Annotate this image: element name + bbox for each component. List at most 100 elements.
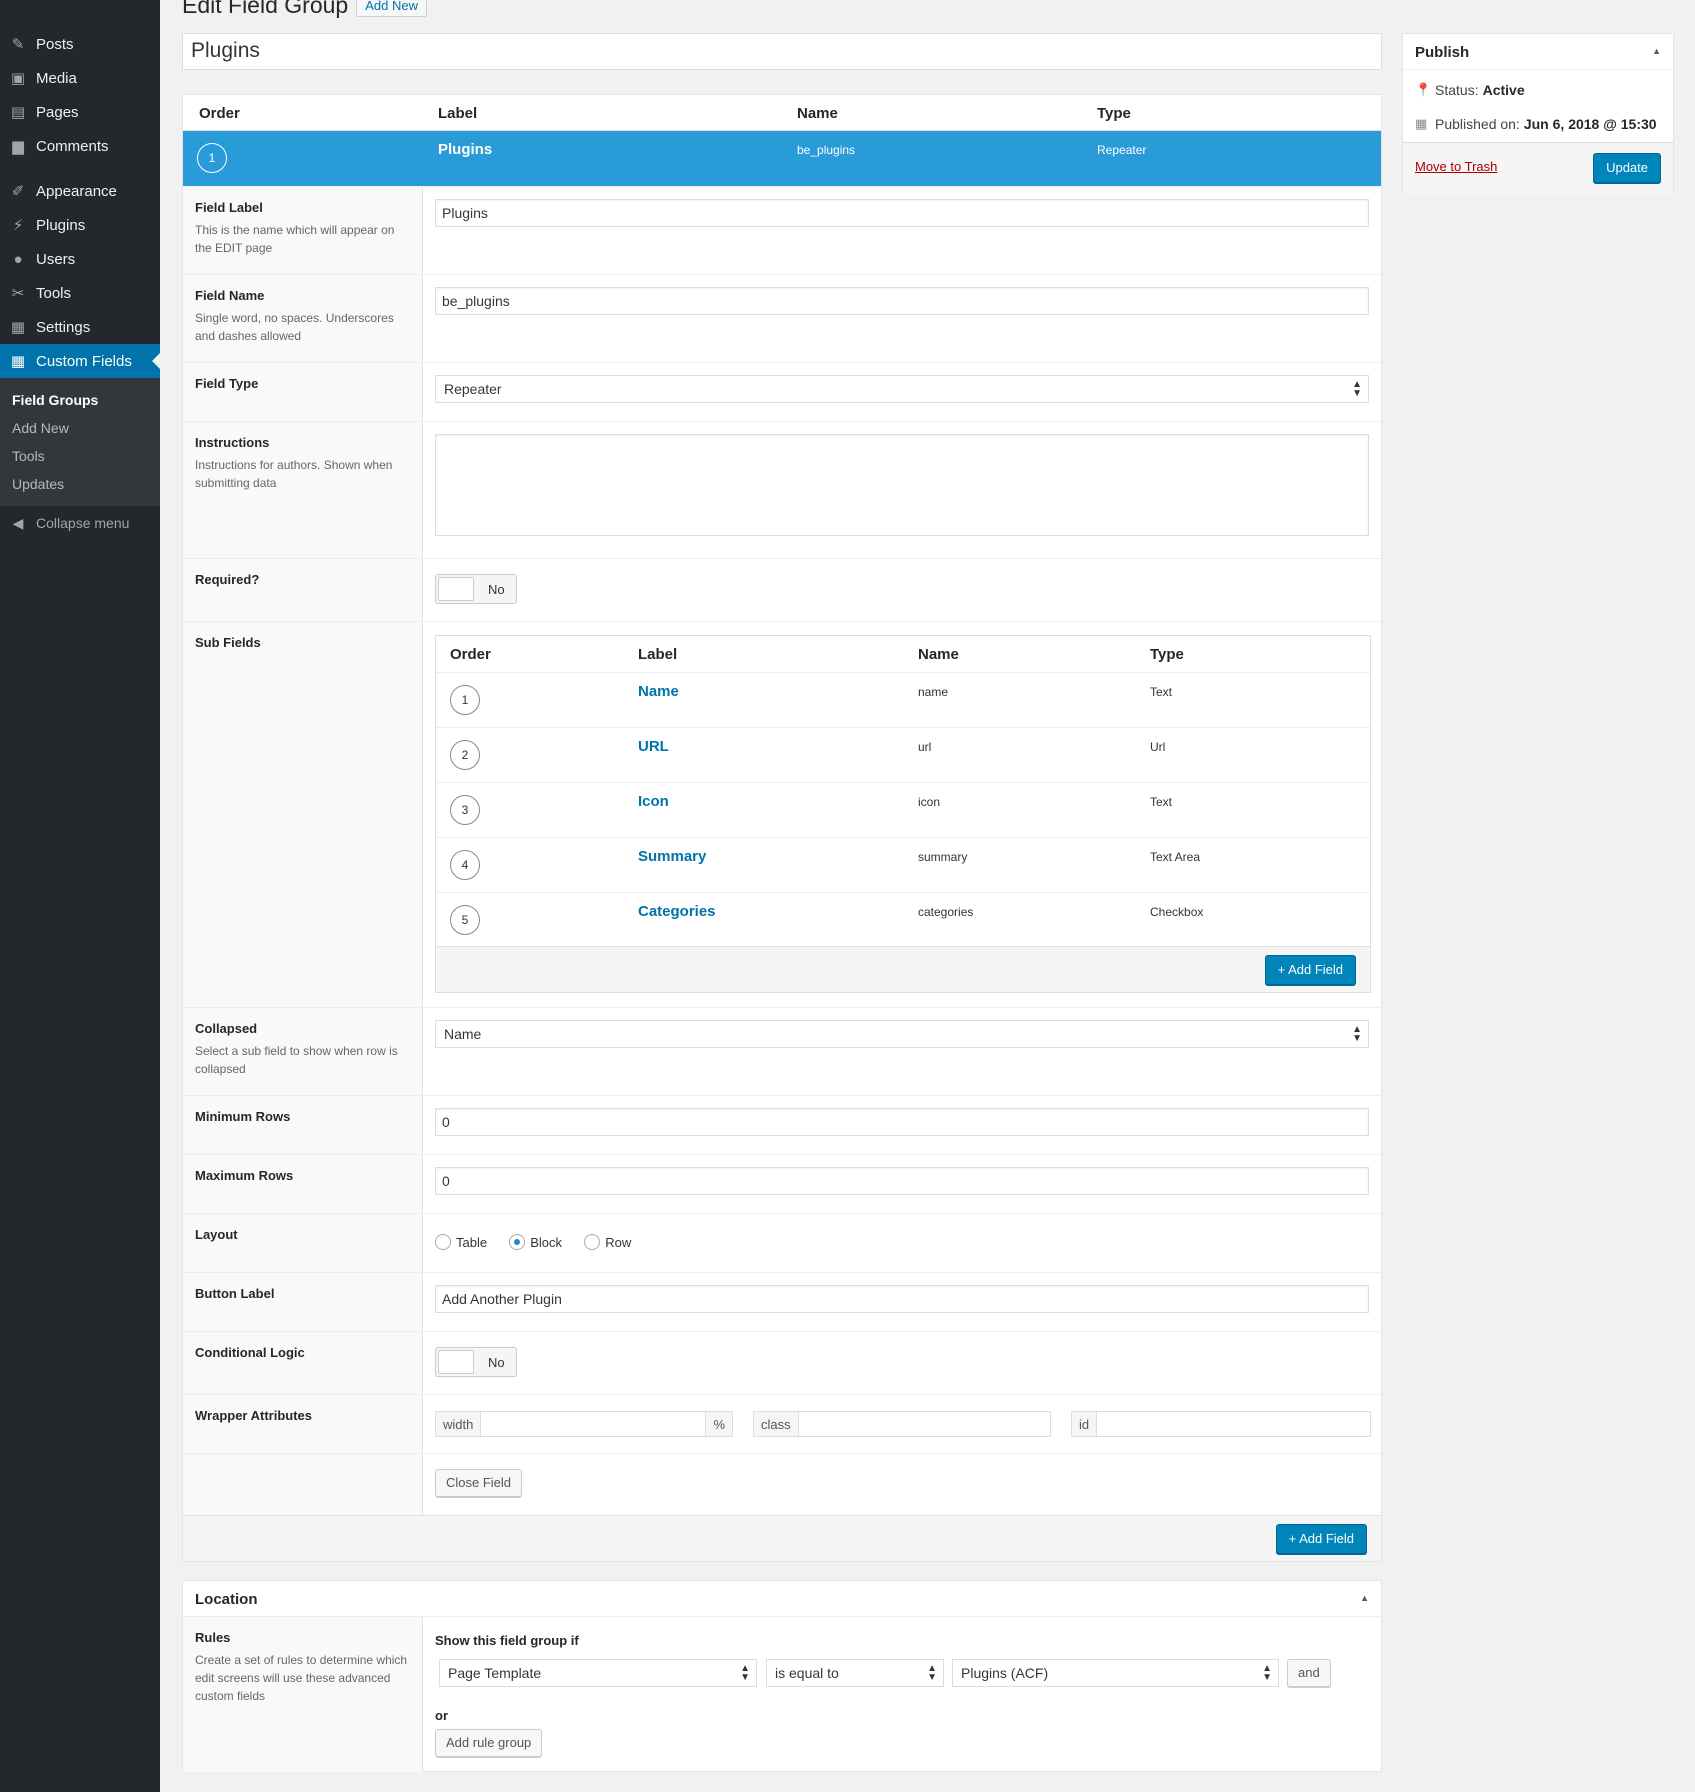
wrapper-id-label: id (1072, 1412, 1098, 1436)
rule-param-select[interactable]: Page Template ▲ ▼ (439, 1659, 757, 1687)
setting-title: Button Label (195, 1286, 275, 1301)
submenu-add-new[interactable]: Add New (12, 420, 69, 436)
submenu-updates[interactable]: Updates (12, 476, 64, 492)
sub-field-name: categories (918, 905, 974, 919)
sub-field-order-badge: 2 (450, 740, 480, 770)
sidebar-item-media[interactable]: ▣ Media (0, 61, 160, 95)
field-row-plugins[interactable]: 1 Plugins be_plugins Repeater (183, 131, 1381, 186)
conditional-logic-toggle[interactable]: No (435, 1347, 517, 1377)
setting-title: Maximum Rows (195, 1168, 294, 1183)
update-button[interactable]: Update (1593, 153, 1661, 183)
field-type-select[interactable]: Repeater ▲ ▼ (435, 375, 1369, 403)
rule-operator-select[interactable]: is equal to ▲ ▼ (766, 1659, 944, 1687)
page-header: Edit Field Group Add New (182, 0, 427, 19)
submenu-field-groups[interactable]: Field Groups (12, 392, 98, 408)
field-group-title-input[interactable]: Plugins (182, 33, 1382, 70)
sidebar-item-plugins[interactable]: ⚡ Plugins (0, 208, 160, 242)
wrapper-class-input[interactable]: class (753, 1411, 1051, 1437)
sub-field-order-badge: 3 (450, 795, 480, 825)
sidebar-item-comments[interactable]: ▆ Comments (0, 129, 160, 163)
sidebar-item-label: Media (36, 69, 77, 87)
sub-field-row[interactable]: 3 Icon icon Text (436, 782, 1370, 837)
setting-label-cell: Maximum Rows (183, 1155, 423, 1213)
setting-desc: Instructions for authors. Shown when sub… (195, 458, 393, 490)
sub-field-label-link[interactable]: Icon (638, 793, 669, 810)
field-type-selected: Repeater (444, 381, 502, 397)
setting-sub-fields: Sub Fields Order Label Name Type 1 Name … (183, 621, 1381, 1007)
header-order: Order (199, 105, 240, 122)
sidebar-item-custom-fields[interactable]: ▦ Custom Fields (0, 344, 160, 378)
radio-label: Block (530, 1234, 563, 1250)
fields-panel: Order Label Name Type 1 Plugins be_plugi… (182, 94, 1382, 1562)
collapse-arrow-icon[interactable]: ▲ (1652, 46, 1661, 56)
location-header[interactable]: Location ▲ (183, 1581, 1381, 1617)
setting-desc: This is the name which will appear on th… (195, 223, 395, 255)
rule-value-select[interactable]: Plugins (ACF) ▲ ▼ (952, 1659, 1279, 1687)
setting-label-cell: Layout (183, 1214, 423, 1272)
sub-field-label-link[interactable]: Name (638, 683, 679, 700)
published-value: Jun 6, 2018 @ 15:30 (1523, 116, 1657, 132)
sidebar-item-settings[interactable]: ▦ Settings (0, 310, 160, 344)
comment-icon: ▆ (12, 138, 24, 155)
sidebar-item-users[interactable]: ● Users (0, 242, 160, 276)
rule-operator-selected: is equal to (775, 1665, 839, 1681)
publish-panel: Publish ▲ 📍 Status: Active ▦ Published on: Ju… (1402, 33, 1674, 194)
rule-param-selected: Page Template (448, 1665, 542, 1681)
button-label-input[interactable]: Add Another Plugin (435, 1285, 1369, 1313)
sub-field-row[interactable]: 2 URL url Url (436, 727, 1370, 782)
sub-field-type: Text Area (1150, 850, 1201, 864)
layout-radio-block[interactable]: Block (509, 1234, 562, 1250)
close-field-button[interactable]: Close Field (435, 1469, 523, 1497)
collapse-menu-button[interactable]: ◀ Collapse menu (0, 512, 160, 534)
sub-field-row[interactable]: 1 Name name Text (436, 672, 1370, 727)
required-toggle[interactable]: No (435, 574, 517, 604)
radio-circle-checked (509, 1234, 526, 1250)
add-field-button[interactable]: + Add Field (1275, 1524, 1367, 1554)
add-sub-field-button[interactable]: + Add Field (1264, 955, 1356, 985)
rules-desc: Create a set of rules to determine which… (195, 1653, 408, 1703)
sub-field-order-badge: 1 (450, 685, 480, 715)
add-new-button[interactable]: Add New (356, 0, 427, 17)
collapsed-select[interactable]: Name ▲ ▼ (435, 1020, 1369, 1048)
sub-field-name: icon (918, 795, 941, 809)
submenu-tools[interactable]: Tools (12, 448, 45, 464)
sub-field-row[interactable]: 5 Categories categories Checkbox (436, 892, 1370, 947)
media-icon: ▣ (10, 70, 26, 87)
instructions-textarea[interactable] (435, 434, 1369, 536)
wrapper-width-suffix: % (705, 1412, 732, 1436)
sidebar-item-tools[interactable]: ✂ Tools (0, 276, 160, 310)
max-rows-input[interactable]: 0 (435, 1167, 1369, 1195)
sub-field-row[interactable]: 4 Summary summary Text Area (436, 837, 1370, 892)
collapse-arrow-icon[interactable]: ▲ (1360, 1593, 1369, 1603)
layout-radio-row[interactable]: Row (584, 1234, 631, 1250)
sidebar-item-posts[interactable]: ✎ Posts (0, 27, 160, 61)
field-label-input[interactable]: Plugins (435, 199, 1369, 227)
sub-field-label-link[interactable]: URL (638, 738, 669, 755)
setting-title: Wrapper Attributes (195, 1408, 313, 1423)
sidebar-item-appearance[interactable]: ✐ Appearance (0, 174, 160, 208)
sub-field-label-link[interactable]: Categories (638, 903, 716, 920)
toggle-label: No (488, 582, 505, 597)
add-rule-group-button[interactable]: Add rule group (435, 1729, 543, 1757)
wrapper-width-input[interactable]: width% (435, 1411, 733, 1437)
wrapper-class-label: class (754, 1412, 799, 1436)
and-button[interactable]: and (1287, 1659, 1331, 1687)
setting-title: Sub Fields (195, 635, 261, 650)
sidebar-item-label: Plugins (36, 216, 86, 234)
move-to-trash-link[interactable]: Move to Trash (1415, 159, 1497, 174)
field-name-input[interactable]: be_plugins (435, 287, 1369, 315)
min-rows-input[interactable]: 0 (435, 1108, 1369, 1136)
publish-header[interactable]: Publish ▲ (1403, 34, 1673, 70)
setting-label-cell: Minimum Rows (183, 1096, 423, 1154)
setting-desc: Single word, no spaces. Underscores and … (195, 311, 394, 343)
show-if-label: Show this field group if (435, 1633, 579, 1648)
wrapper-id-input[interactable]: id (1071, 1411, 1371, 1437)
field-label-link[interactable]: Plugins (438, 141, 492, 158)
sub-field-type: Checkbox (1150, 905, 1204, 919)
sub-field-label-link[interactable]: Summary (638, 848, 706, 865)
sidebar-item-pages[interactable]: ▤ Pages (0, 95, 160, 129)
header-name: Name (797, 105, 838, 122)
published-label: Published on: (1435, 116, 1520, 132)
layout-radio-table[interactable]: Table (435, 1234, 487, 1250)
setting-max-rows: Maximum Rows 0 (183, 1154, 1381, 1213)
